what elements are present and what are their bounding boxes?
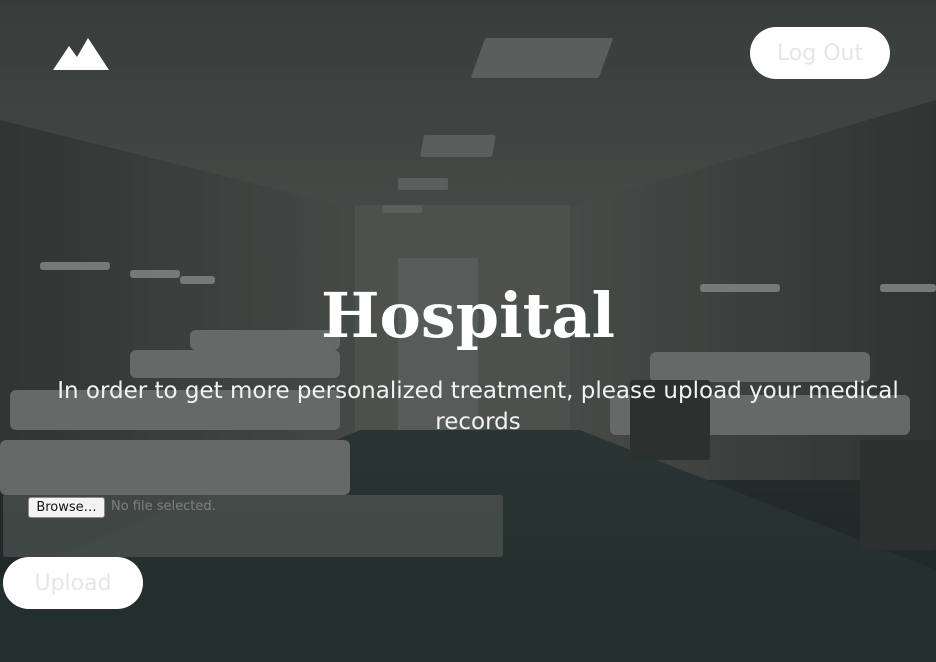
browse-button[interactable]: Browse… — [28, 497, 105, 518]
file-status-text: No file selected. — [111, 499, 216, 514]
logout-button[interactable]: Log Out — [750, 27, 890, 79]
mountain-icon[interactable] — [53, 36, 109, 70]
page-title: Hospital — [320, 279, 616, 352]
page: Log Out Hospital In order to get more pe… — [0, 0, 936, 662]
page-subtitle: In order to get more personalized treatm… — [57, 378, 899, 435]
upload-button[interactable]: Upload — [3, 557, 143, 609]
